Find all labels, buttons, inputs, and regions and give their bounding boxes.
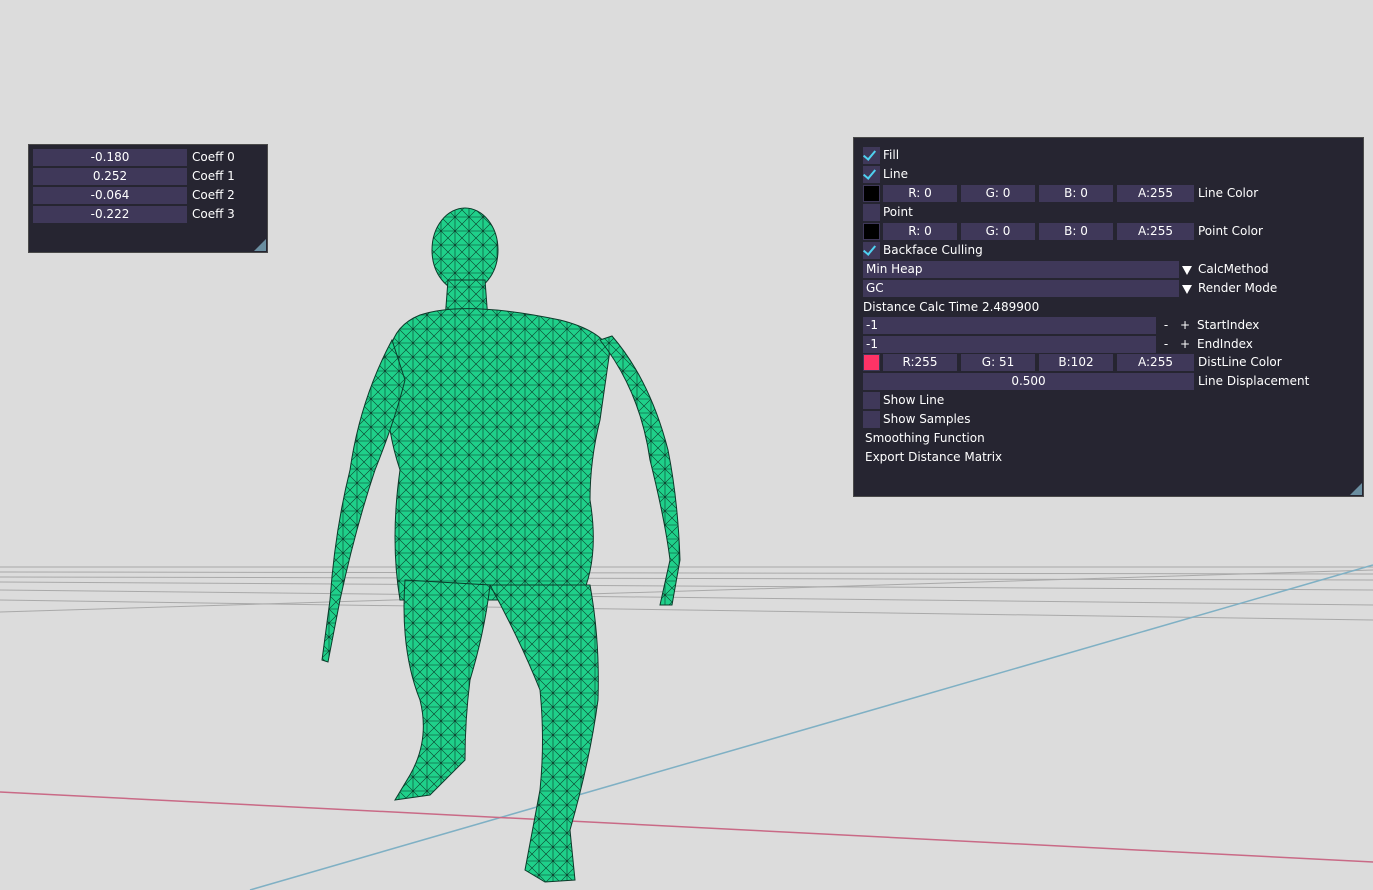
fill-label: Fill [883,148,900,162]
resize-grip-icon[interactable] [254,239,266,251]
point-color-r[interactable]: R: 0 [883,223,957,240]
distline-color-g[interactable]: G: 51 [961,354,1035,371]
coeff-2-field[interactable]: -0.064 [33,187,187,204]
line-color-r[interactable]: R: 0 [883,185,957,202]
point-color-label: Point Color [1198,224,1263,238]
fill-checkbox[interactable] [862,147,880,164]
point-checkbox[interactable] [863,204,880,221]
line-checkbox[interactable] [862,166,880,183]
render-mode-label: Render Mode [1198,281,1278,295]
start-index-input[interactable]: -1 [863,317,1156,334]
render-mode-dropdown[interactable]: GC [863,280,1179,297]
end-index-increment[interactable]: + [1179,336,1191,353]
line-label: Line [883,167,909,181]
show-line-label: Show Line [883,393,945,407]
point-color-b[interactable]: B: 0 [1039,223,1113,240]
checkmark-icon [862,242,877,256]
settings-panel: Fill Line R: 0 G: 0 B: 0 A:255 Line Colo… [853,137,1364,497]
x-axis-line [0,791,1373,863]
start-index-decrement[interactable]: - [1160,317,1172,334]
show-samples-label: Show Samples [883,412,971,426]
line-displacement-label: Line Displacement [1198,374,1310,388]
distline-color-b[interactable]: B:102 [1039,354,1113,371]
point-color-g[interactable]: G: 0 [961,223,1035,240]
point-color-a[interactable]: A:255 [1117,223,1194,240]
coeff-2-label: Coeff 2 [192,188,235,202]
line-color-label: Line Color [1198,186,1259,200]
chevron-down-icon[interactable] [1182,285,1192,294]
calc-method-dropdown[interactable]: Min Heap [863,261,1179,278]
distline-color-swatch[interactable] [863,354,880,371]
smoothing-function-button[interactable]: Smoothing Function [865,430,985,447]
show-line-checkbox[interactable] [863,392,880,409]
start-index-label: StartIndex [1197,318,1260,332]
show-samples-checkbox[interactable] [863,411,880,428]
start-index-increment[interactable]: + [1179,317,1191,334]
chevron-down-icon[interactable] [1182,266,1192,275]
distline-color-r[interactable]: R:255 [883,354,957,371]
distline-color-label: DistLine Color [1198,355,1282,369]
line-color-g[interactable]: G: 0 [961,185,1035,202]
line-color-b[interactable]: B: 0 [1039,185,1113,202]
line-color-swatch[interactable] [863,185,880,202]
calc-method-label: CalcMethod [1198,262,1269,276]
coeff-0-label: Coeff 0 [192,150,235,164]
end-index-decrement[interactable]: - [1160,336,1172,353]
line-displacement-slider[interactable]: 0.500 [863,373,1194,390]
backface-culling-label: Backface Culling [883,243,983,257]
checkmark-icon [862,166,877,180]
distance-calc-time: Distance Calc Time 2.489900 [863,300,1040,314]
coeff-3-field[interactable]: -0.222 [33,206,187,223]
point-color-swatch[interactable] [863,223,880,240]
backface-culling-checkbox[interactable] [862,242,880,259]
resize-grip-icon[interactable] [1350,483,1362,495]
export-distance-matrix-button[interactable]: Export Distance Matrix [865,449,1002,466]
distline-color-a[interactable]: A:255 [1117,354,1194,371]
line-color-a[interactable]: A:255 [1117,185,1194,202]
end-index-input[interactable]: -1 [863,336,1156,353]
coeff-3-label: Coeff 3 [192,207,235,221]
coeff-panel: -0.180 Coeff 0 0.252 Coeff 1 -0.064 Coef… [28,144,268,253]
coeff-0-field[interactable]: -0.180 [33,149,187,166]
point-label: Point [883,205,913,219]
coeff-1-label: Coeff 1 [192,169,235,183]
checkmark-icon [862,147,877,161]
floor-grid [0,566,1373,621]
coeff-1-field[interactable]: 0.252 [33,168,187,185]
end-index-label: EndIndex [1197,337,1253,351]
